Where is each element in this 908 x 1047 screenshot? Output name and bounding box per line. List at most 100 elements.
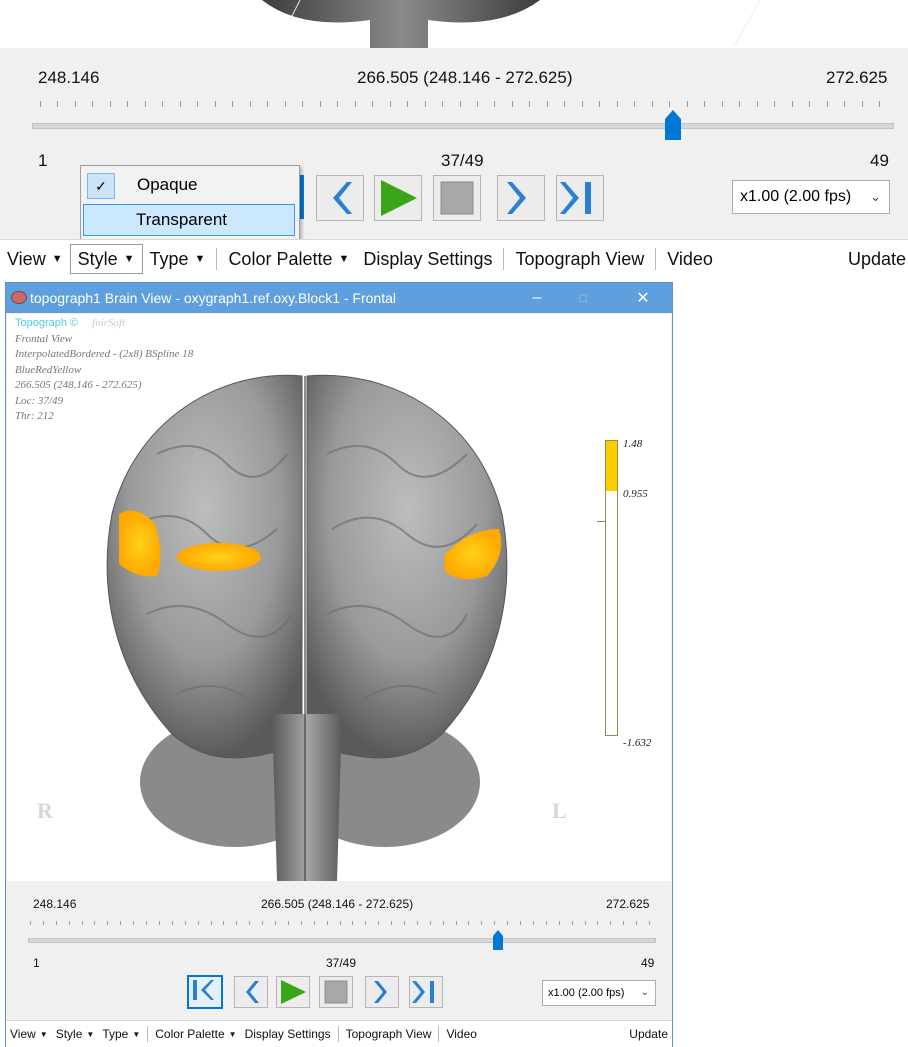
frame-end-label: 49	[870, 151, 889, 170]
player-next-frame-button[interactable]	[365, 976, 399, 1008]
menu-color-palette-label: Color Palette	[155, 1027, 225, 1041]
menu-update[interactable]: Update	[625, 1023, 672, 1045]
next-frame-button[interactable]	[497, 175, 545, 221]
window-title: topograph1 Brain View - oxygraph1.ref.ox…	[30, 290, 397, 306]
style-option-transparent[interactable]: Transparent	[83, 204, 295, 236]
skip-to-start-icon	[193, 980, 214, 1000]
chevron-left-icon	[246, 981, 259, 1003]
dropdown-arrow-icon: ▼	[338, 253, 350, 265]
menu-style-label: Style	[55, 1027, 83, 1041]
menu-separator	[147, 1026, 149, 1042]
menu-type[interactable]: Type ▼	[143, 244, 213, 274]
speed-select[interactable]: x1.00 (2.00 fps) ⌄	[732, 180, 890, 214]
dropdown-arrow-icon: ▼	[86, 1029, 95, 1039]
menu-update-label: Update	[847, 248, 906, 269]
menu-video[interactable]: Video	[660, 244, 720, 274]
style-option-opaque[interactable]: ✓ Opaque	[83, 169, 295, 201]
style-option-opaque-label: Opaque	[137, 175, 198, 194]
player-last-frame-button[interactable]	[409, 976, 443, 1008]
overlay-palette: BlueRedYellow	[15, 364, 82, 376]
chevron-right-icon	[374, 981, 387, 1003]
dropdown-arrow-icon: ▼	[51, 253, 63, 265]
menu-update[interactable]: Update	[841, 244, 908, 274]
player-stop-button[interactable]	[319, 976, 353, 1008]
menu-separator	[503, 248, 505, 270]
last-frame-button[interactable]	[556, 175, 604, 221]
dropdown-arrow-icon: ▼	[194, 253, 206, 265]
title-bar[interactable]: topograph1 Brain View - oxygraph1.ref.ox…	[6, 283, 672, 313]
player-range-min: 248.146	[33, 897, 77, 911]
overlay-vendor: fnirSoft	[92, 317, 126, 329]
overlay-view-name: Frontal View	[15, 333, 73, 345]
dropdown-arrow-icon: ▼	[132, 1029, 141, 1039]
menu-color-palette[interactable]: Color Palette ▼	[221, 244, 356, 274]
menu-view-label: View	[10, 1027, 36, 1041]
player-first-frame-button[interactable]	[187, 975, 223, 1009]
player-play-button[interactable]	[276, 976, 310, 1008]
menu-color-palette[interactable]: Color Palette ▼	[151, 1023, 240, 1045]
player-range-center: 266.505 (248.146 - 272.625)	[261, 897, 414, 911]
menu-topograph-view[interactable]: Topograph View	[342, 1023, 436, 1045]
menu-style[interactable]: Style ▼	[52, 1023, 99, 1045]
maximize-icon: □	[579, 291, 587, 305]
menu-type[interactable]: Type ▼	[98, 1023, 144, 1045]
skip-to-end-icon	[412, 981, 434, 1003]
close-icon: ✕	[636, 290, 650, 307]
brain-render	[106, 374, 508, 881]
menu-display-settings-label: Display Settings	[244, 1027, 331, 1041]
menu-view[interactable]: View ▼	[6, 1023, 52, 1045]
menu-update-label: Update	[629, 1027, 668, 1041]
player-slider-ticks	[30, 921, 650, 925]
range-center-label: 266.505 (248.146 - 272.625)	[357, 68, 573, 87]
colorbar-min-label: -1.632	[623, 737, 652, 749]
menu-type-label: Type	[102, 1027, 129, 1041]
menu-video-label: Video	[667, 248, 713, 269]
time-slider-track[interactable]	[32, 123, 894, 129]
orientation-left-label: L	[552, 798, 567, 823]
player-speed-select[interactable]: x1.00 (2.00 fps) ⌄	[542, 980, 656, 1006]
menu-view[interactable]: View ▼	[0, 244, 70, 274]
colorbar	[605, 440, 618, 736]
close-button[interactable]: ✕	[620, 283, 666, 313]
prev-frame-button[interactable]	[316, 175, 364, 221]
time-slider-thumb[interactable]	[664, 109, 682, 141]
frame-start-label: 1	[38, 151, 48, 170]
dropdown-arrow-icon: ▼	[123, 253, 135, 265]
stop-button[interactable]	[433, 175, 481, 221]
overlay-interpolation: InterpolatedBordered - (2x8) BSpline 18	[15, 348, 194, 360]
overlay-thr: Thr: 212	[15, 410, 54, 422]
play-button[interactable]	[374, 175, 422, 221]
play-icon	[381, 180, 417, 216]
range-min-label: 248.146	[38, 68, 100, 87]
menu-video[interactable]: Video	[442, 1023, 480, 1045]
play-icon	[281, 980, 306, 1004]
overlay-brand: Topograph ©	[15, 317, 79, 329]
brain-app-icon	[11, 291, 27, 304]
menu-bar: View ▼ Style ▼ Type ▼ Color Palette ▼ Displa…	[6, 1020, 672, 1047]
style-option-transparent-label: Transparent	[136, 210, 228, 229]
menu-separator	[337, 1026, 339, 1042]
dropdown-arrow-icon: ▼	[39, 1029, 48, 1039]
brain-canvas[interactable]: Topograph © fnirSoft Frontal View Interpo…	[7, 314, 671, 881]
checkmark-icon: ✓	[87, 173, 115, 199]
chevron-right-icon	[507, 182, 526, 214]
colorbar-fill	[606, 441, 617, 491]
maximize-button[interactable]: □	[560, 283, 606, 313]
brain-stem-image	[262, 0, 761, 48]
colorbar-max-label: 1.48	[623, 438, 643, 450]
player-slider-thumb[interactable]	[492, 929, 504, 951]
menu-style[interactable]: Style ▼	[69, 244, 143, 274]
player-slider-track[interactable]	[28, 938, 656, 943]
player-prev-frame-button[interactable]	[234, 976, 268, 1008]
stop-icon	[324, 980, 348, 1004]
menu-separator	[438, 1026, 440, 1042]
range-max-label: 272.625	[826, 68, 888, 87]
menu-display-settings[interactable]: Display Settings	[241, 1023, 335, 1045]
menu-style-label: Style	[77, 248, 118, 269]
minimize-button[interactable]: –	[514, 283, 560, 313]
menu-topograph-view[interactable]: Topograph View	[508, 244, 651, 274]
player-frame-current: 37/49	[326, 956, 357, 970]
activation-left-frontal	[177, 543, 261, 571]
menu-display-settings[interactable]: Display Settings	[356, 244, 499, 274]
player-speed-value: x1.00 (2.00 fps)	[548, 987, 625, 999]
